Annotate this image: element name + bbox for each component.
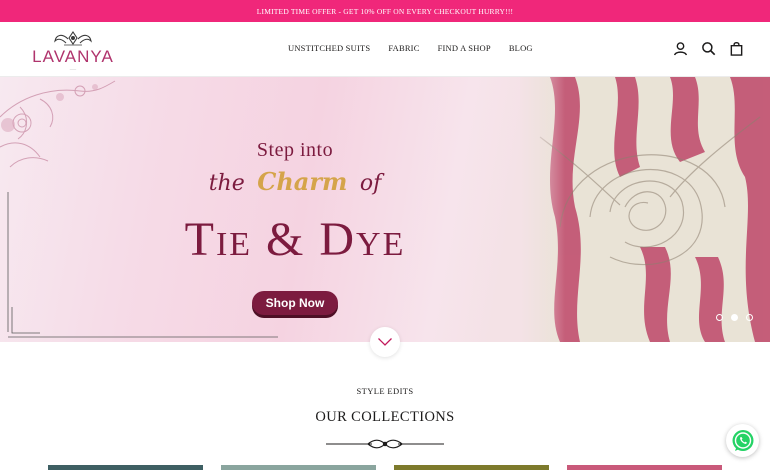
slideshow-dots [716, 314, 753, 321]
scroll-down-button[interactable] [370, 327, 400, 357]
slide-dot-2[interactable] [731, 314, 738, 321]
header-actions [673, 41, 744, 56]
slide-dot-1[interactable] [716, 314, 723, 321]
chevron-down-icon [378, 338, 392, 346]
logo-tagline-mark: ─── [69, 67, 77, 71]
logo-emblem-icon [54, 31, 92, 46]
search-icon[interactable] [701, 41, 716, 56]
collection-card-4[interactable] [567, 465, 722, 470]
hero-word-charm: Charm [257, 167, 348, 196]
nav-item-fabric[interactable]: FABRIC [388, 43, 419, 53]
hero-banner[interactable]: Step into the Charm of Tie & Dye Shop No… [0, 77, 770, 342]
hero-title: Tie & Dye [184, 213, 406, 266]
collection-card-3[interactable] [394, 465, 549, 470]
section-eyebrow: STYLE EDITS [356, 386, 414, 396]
nav-item-find-a-shop[interactable]: FIND A SHOP [438, 43, 491, 53]
hero-subheading: the Charm of [160, 167, 430, 197]
nav-item-unstitched-suits[interactable]: UNSTITCHED SUITS [288, 43, 370, 53]
account-icon[interactable] [673, 41, 688, 56]
slide-dot-3[interactable] [746, 314, 753, 321]
cart-icon[interactable] [729, 41, 744, 56]
collection-card-1[interactable] [48, 465, 203, 470]
announcement-bar: LIMITED TIME OFFER - GET 10% OFF ON EVER… [0, 0, 770, 22]
whatsapp-icon [732, 429, 753, 451]
whatsapp-button[interactable] [726, 424, 759, 457]
brand-name: LAVANYA [32, 47, 114, 66]
tie-dye-fabric-image [520, 77, 770, 342]
site-header: LAVANYA ─── UNSTITCHED SUITS FABRIC FIND… [0, 22, 770, 77]
shop-now-button[interactable]: Shop Now [252, 291, 338, 315]
collection-card-2[interactable] [221, 465, 376, 470]
section-title: OUR COLLECTIONS [315, 409, 455, 425]
announcement-text: LIMITED TIME OFFER - GET 10% OFF ON EVER… [256, 6, 514, 16]
hero-word-of: of [359, 171, 382, 196]
nav-item-blog[interactable]: BLOG [509, 43, 533, 53]
ornamental-divider [326, 439, 444, 449]
main-nav: UNSTITCHED SUITS FABRIC FIND A SHOP BLOG [288, 43, 533, 53]
hero-kicker: Step into [256, 139, 334, 161]
hero-word-the: the [208, 171, 245, 196]
brand-logo[interactable]: LAVANYA ─── [28, 30, 118, 72]
